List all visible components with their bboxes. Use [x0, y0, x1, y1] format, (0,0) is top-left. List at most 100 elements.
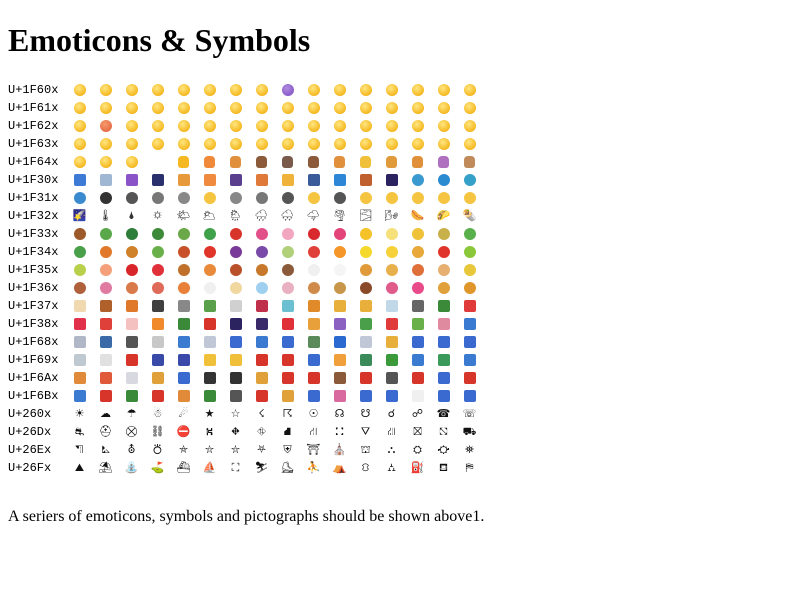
glyph-cell: 🌦 [228, 209, 243, 222]
glyph-cell: ⛪ [332, 443, 347, 456]
glyph-cell [150, 81, 165, 99]
glyph-cell [358, 279, 373, 297]
emoji-pictograph-icon [255, 318, 268, 330]
glyph-cell [436, 279, 451, 297]
glyph-cell [306, 261, 321, 279]
emoji-pictograph-icon [151, 246, 164, 258]
glyph-cell [410, 315, 425, 333]
glyph-cell [384, 351, 399, 369]
glyph-cell [202, 369, 217, 387]
emoji-face-icon [463, 84, 476, 96]
emoji-pictograph-icon [125, 354, 138, 366]
emoji-face-icon [229, 102, 242, 114]
glyph-cell [280, 153, 295, 171]
emoji-pictograph-icon [177, 246, 190, 258]
glyph-row: U+1F6Ax [8, 369, 488, 387]
code-label: U+1F6Bx [8, 389, 59, 403]
glyph-cell [332, 225, 347, 243]
emoji-face-icon [151, 120, 164, 132]
emoji-pictograph-icon [463, 246, 476, 258]
emoji-pictograph-icon [125, 228, 138, 240]
glyph-row: U+1F61x [8, 99, 488, 117]
glyph-cell: ⛬ [387, 443, 396, 456]
glyph-cell [228, 369, 243, 387]
glyph-cell: ⛙ [309, 425, 318, 438]
emoji-face-icon [385, 84, 398, 96]
emoji-pictograph-icon [99, 336, 112, 348]
glyph-cell [72, 225, 87, 243]
glyph-cell [306, 99, 321, 117]
emoji-face-icon [177, 102, 190, 114]
glyph-cell: ⛰ [74, 461, 85, 474]
glyph-cell: ⛺ [332, 461, 347, 474]
emoji-face-icon [333, 84, 346, 96]
glyph-cell [436, 297, 451, 315]
glyph-cell [124, 243, 139, 261]
code-label: U+1F30x [8, 173, 59, 187]
emoji-face-icon [411, 84, 424, 96]
emoji-pictograph-icon [229, 354, 242, 366]
glyph-cell: ☌ [387, 407, 396, 420]
emoji-pictograph-icon [385, 228, 398, 240]
glyph-cell [332, 261, 347, 279]
glyph-cell [332, 297, 347, 315]
glyph-cell [462, 387, 477, 405]
emoji-pictograph-icon [411, 336, 424, 348]
glyph-cell [306, 387, 321, 405]
glyph-cell [332, 315, 347, 333]
emoji-pictograph-icon [99, 390, 112, 402]
glyph-cell [228, 333, 243, 351]
glyph-cell [332, 117, 347, 135]
emoji-face-icon [438, 156, 449, 168]
glyph-cell [150, 135, 165, 153]
glyph-cell [358, 351, 373, 369]
glyph-cell [72, 117, 87, 135]
emoji-face-icon [229, 120, 242, 132]
emoji-pictograph-icon [281, 192, 294, 204]
glyph-cell [384, 225, 399, 243]
glyph-cell: ⛻ [361, 461, 370, 474]
glyph-cell [332, 243, 347, 261]
glyph-cell [176, 225, 191, 243]
glyph-cell [98, 225, 113, 243]
glyph-cell [98, 369, 113, 387]
glyph-cell [384, 81, 399, 99]
glyph-cell [72, 279, 87, 297]
glyph-cell [410, 297, 425, 315]
glyph-cell [150, 225, 165, 243]
emoji-pictograph-icon [385, 354, 398, 366]
emoji-pictograph-icon [281, 264, 294, 276]
glyph-cell [436, 351, 451, 369]
emoji-pictograph-icon [385, 336, 398, 348]
glyph-cell: ⛜ [387, 425, 396, 438]
glyph-cell: ⛑ [98, 425, 113, 438]
glyph-cell [332, 153, 347, 171]
emoji-pictograph-icon [99, 228, 112, 240]
emoji-face-icon [385, 138, 398, 150]
glyph-cell [98, 153, 113, 171]
glyph-cell [358, 99, 373, 117]
emoji-face-icon [463, 102, 476, 114]
glyph-cell [462, 315, 477, 333]
glyph-cell [280, 261, 295, 279]
emoji-pictograph-icon [281, 282, 294, 294]
glyph-cell [280, 315, 295, 333]
emoji-face-icon [307, 84, 320, 96]
emoji-face-icon [359, 102, 372, 114]
glyph-cell: ⛼ [387, 461, 396, 474]
glyph-cell [358, 117, 373, 135]
emoji-pictograph-icon [151, 354, 164, 366]
emoji-pictograph-icon [203, 318, 216, 330]
glyph-cell [358, 315, 373, 333]
glyph-row: U+260x ☀ ☁ ☂ ☃ ☄ ★ ☆ ☇ ☈ ☉ ☊ ☋ ☌ ☍ ☎ ☏ [8, 405, 488, 423]
emoji-pictograph-icon [203, 228, 216, 240]
glyph-cell [176, 243, 191, 261]
glyph-cell [254, 297, 269, 315]
emoji-face-icon [359, 138, 372, 150]
glyph-cell: ⛓ [150, 425, 165, 438]
glyph-cell: 🌠 [72, 209, 87, 222]
glyph-cell [150, 99, 165, 117]
emoji-face-icon [281, 102, 294, 114]
glyph-cell [462, 279, 477, 297]
emoji-face-icon [437, 120, 450, 132]
